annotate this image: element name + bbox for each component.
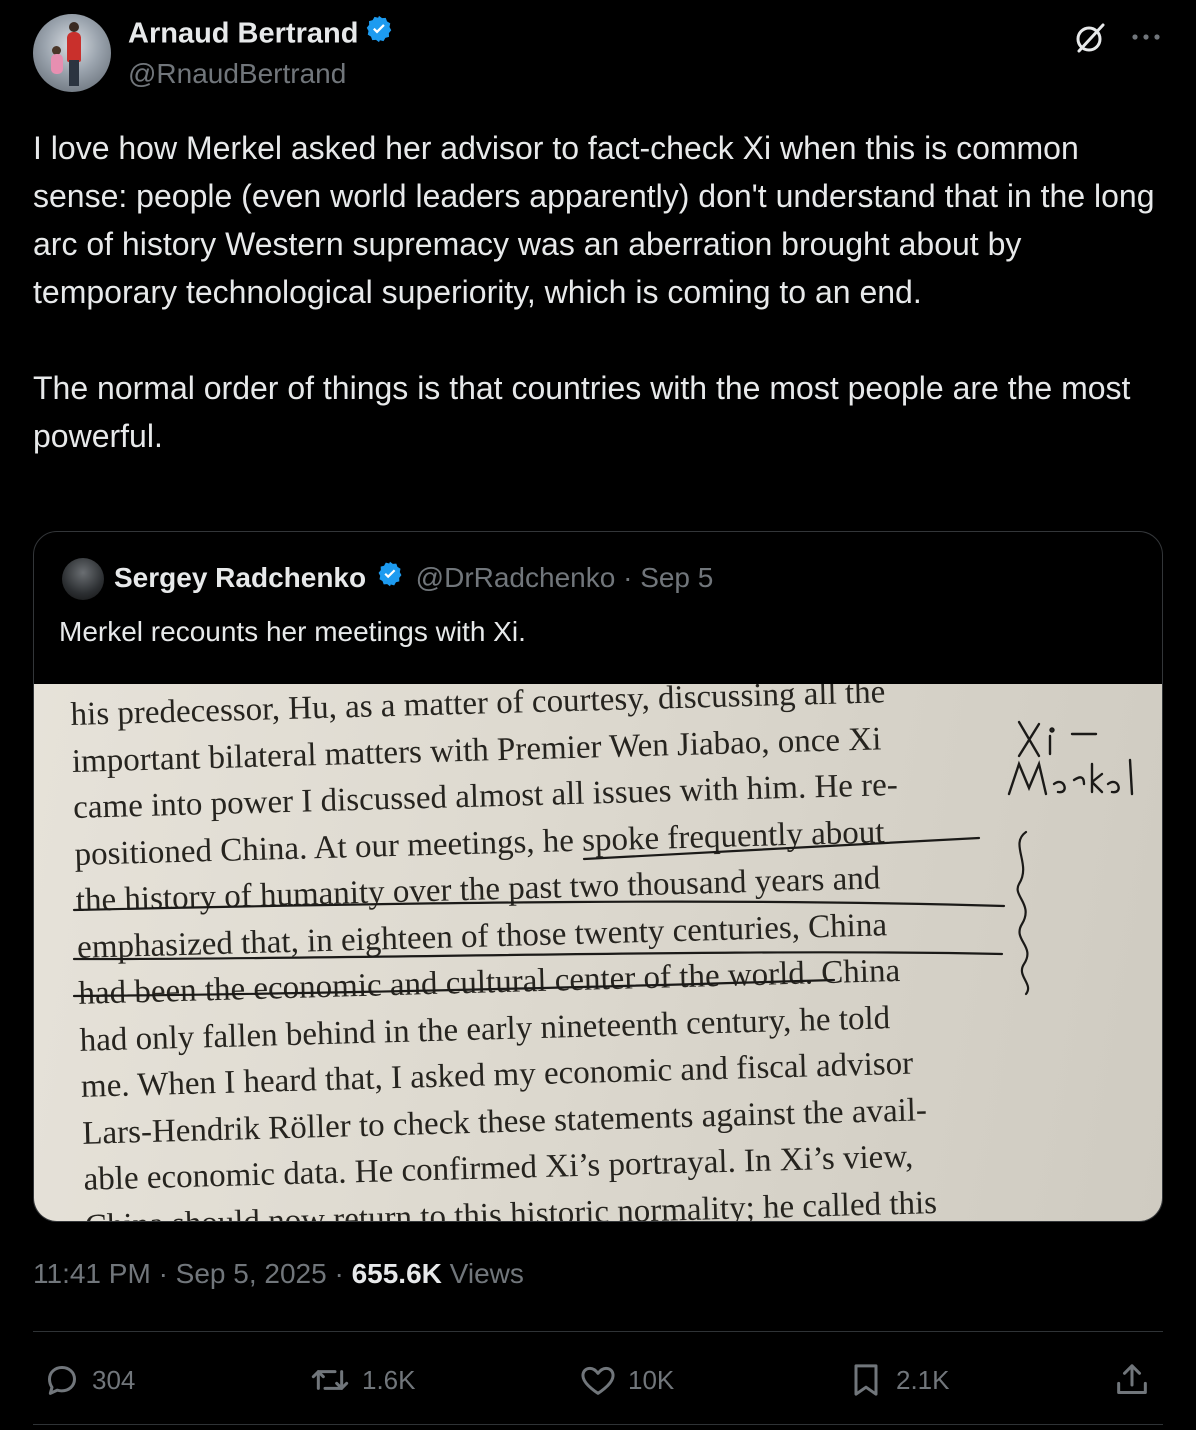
reply-button[interactable]: 304 bbox=[42, 1360, 135, 1400]
grok-icon[interactable] bbox=[1072, 20, 1108, 61]
author-name-row[interactable]: Arnaud Bertrand bbox=[128, 14, 394, 54]
tweet-date[interactable]: Sep 5, 2025 bbox=[176, 1258, 327, 1289]
verified-badge-icon bbox=[376, 560, 404, 595]
quoted-date: Sep 5 bbox=[640, 562, 714, 593]
reply-count: 304 bbox=[92, 1364, 136, 1395]
quoted-separator: · bbox=[623, 562, 633, 593]
like-count: 10K bbox=[628, 1364, 675, 1395]
share-icon bbox=[1117, 1364, 1147, 1394]
meta-separator: · bbox=[334, 1258, 344, 1289]
verified-badge-icon[interactable] bbox=[364, 14, 394, 52]
share-button[interactable] bbox=[1112, 1360, 1162, 1400]
like-button[interactable]: 10K bbox=[578, 1360, 674, 1400]
quoted-tweet-card[interactable]: Sergey Radchenko @DrRadchenko · Sep 5 Me… bbox=[33, 531, 1163, 1222]
quoted-author-row[interactable]: Sergey Radchenko @DrRadchenko · Sep 5 bbox=[114, 560, 714, 597]
repost-button[interactable]: 1.6K bbox=[308, 1360, 416, 1400]
meta-separator: · bbox=[158, 1258, 168, 1289]
quoted-author-handle: @DrRadchenko bbox=[415, 562, 616, 593]
bookmark-count: 2.1K bbox=[896, 1364, 950, 1395]
reply-icon bbox=[48, 1366, 76, 1395]
more-icon[interactable] bbox=[1128, 22, 1164, 57]
bookmark-icon bbox=[854, 1364, 878, 1396]
like-icon bbox=[581, 1366, 615, 1395]
divider bbox=[33, 1424, 1163, 1425]
author-name[interactable]: Arnaud Bertrand bbox=[128, 18, 358, 50]
quoted-author-avatar[interactable] bbox=[62, 558, 104, 600]
bookmark-button[interactable]: 2.1K bbox=[846, 1360, 950, 1400]
views-label: Views bbox=[449, 1258, 524, 1289]
quoted-text: Merkel recounts her meetings with Xi. bbox=[59, 616, 526, 647]
handwritten-underlines bbox=[72, 720, 1134, 998]
divider bbox=[33, 1331, 1163, 1332]
tweet-time[interactable]: 11:41 PM bbox=[33, 1258, 151, 1289]
tweet-text: I love how Merkel asked her advisor to f… bbox=[33, 130, 1155, 454]
tweet-meta: 11:41 PM · Sep 5, 2025 · 655.6K Views bbox=[33, 1258, 524, 1290]
quoted-book-image[interactable]: his predecessor, Hu, as a matter of cour… bbox=[34, 684, 1162, 1221]
repost-count: 1.6K bbox=[362, 1364, 416, 1395]
author-avatar[interactable] bbox=[33, 14, 111, 92]
views-count: 655.6K bbox=[351, 1258, 442, 1289]
author-handle[interactable]: @RnaudBertrand bbox=[128, 58, 346, 90]
quoted-author-name[interactable]: Sergey Radchenko bbox=[114, 562, 366, 593]
repost-icon bbox=[311, 1370, 349, 1390]
